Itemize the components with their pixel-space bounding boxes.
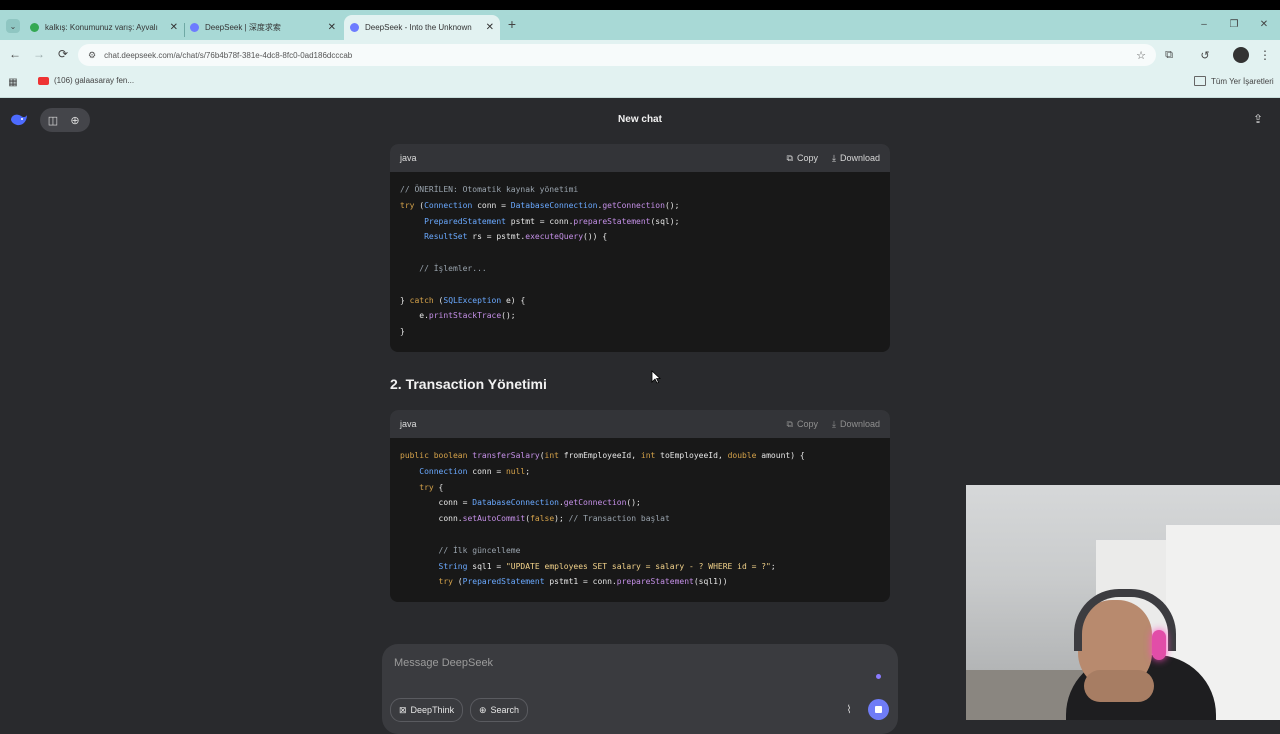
download-icon: ⤓	[831, 152, 836, 163]
code-block: java ⧉ Copy ⤓ Download public boolean tran…	[390, 410, 890, 602]
bookmark-item[interactable]: (106) galaasaray fen...	[38, 76, 134, 85]
tab-strip: ⌄ kalkış: Konumunuz varış: Ayvalı ✕ Deep…	[0, 10, 1280, 40]
deepseek-icon	[190, 23, 199, 32]
close-icon[interactable]: ✕	[170, 22, 178, 33]
maps-icon	[30, 23, 39, 32]
tab-search-icon[interactable]: ⌄	[6, 19, 20, 33]
tab-separator	[184, 23, 185, 37]
bookmarks-bar: ▦ (106) galaasaray fen... Tüm Yer İşaret…	[0, 70, 1280, 98]
tab-deepseek-home[interactable]: DeepSeek | 深度求索 ✕	[190, 15, 336, 40]
hand	[1084, 670, 1154, 702]
deepseek-icon	[350, 23, 359, 32]
youtube-icon	[38, 76, 49, 85]
tab-title: DeepSeek - Into the Unknown	[365, 23, 472, 32]
code-content: // ÖNERİLEN: Otomatik kaynak yönetimi tr…	[400, 185, 680, 337]
url-text: chat.deepseek.com/a/chat/s/76b4b78f-381e…	[104, 50, 353, 60]
download-button[interactable]: ⤓ Download	[832, 419, 880, 430]
code-block-header: java ⧉ Copy ⤓ Download	[390, 144, 890, 172]
stop-icon	[875, 706, 882, 713]
menu-kebab-icon[interactable]: ⋮	[1258, 47, 1272, 63]
stop-button[interactable]	[868, 699, 889, 720]
copy-button[interactable]: ⧉ Copy	[787, 419, 818, 430]
deepthink-button[interactable]: ⊠ DeepThink	[390, 698, 464, 722]
top-black-bar	[0, 0, 1280, 10]
site-info-icon[interactable]: ⚙	[88, 50, 96, 61]
code-language: java	[400, 153, 417, 163]
copy-icon: ⧉	[786, 152, 793, 163]
tab-title: kalkış: Konumunuz varış: Ayvalı	[45, 23, 158, 32]
code-block: java ⧉ Copy ⤓ Download // ÖNERİLEN: Otomat…	[390, 144, 890, 352]
message-composer: Message DeepSeek	[382, 644, 898, 734]
new-tab-icon[interactable]: +	[504, 16, 520, 32]
close-icon[interactable]: ✕	[328, 22, 336, 33]
page-title: New chat	[618, 114, 662, 125]
restore-icon[interactable]: ❐	[1226, 16, 1242, 32]
code-language: java	[400, 419, 417, 429]
share-icon[interactable]: ⇪	[1251, 112, 1265, 126]
profile-avatar-icon[interactable]	[1233, 47, 1249, 63]
address-bar[interactable]: ⚙ chat.deepseek.com/a/chat/s/76b4b78f-38…	[78, 44, 1156, 66]
deepthink-icon: ⊠	[399, 704, 407, 715]
tab-maps[interactable]: kalkış: Konumunuz varış: Ayvalı ✕	[30, 15, 178, 40]
close-icon[interactable]: ✕	[486, 22, 494, 33]
typing-dot-icon	[876, 674, 881, 679]
apps-grid-icon[interactable]: ▦	[6, 75, 20, 89]
code-content: public boolean transferSalary(int fromEm…	[400, 451, 805, 587]
close-window-icon[interactable]: ✕	[1256, 16, 1272, 32]
download-button[interactable]: ⤓ Download	[832, 153, 880, 164]
section-heading: 2. Transaction Yönetimi	[390, 376, 547, 392]
history-icon[interactable]: ↺	[1198, 48, 1212, 62]
headphone-cup	[1152, 630, 1166, 660]
mouse-cursor-icon	[651, 370, 662, 389]
download-icon: ⤓	[831, 418, 836, 429]
folder-icon	[1194, 76, 1206, 86]
reload-icon[interactable]: ⟳	[56, 47, 70, 61]
back-icon[interactable]: ←	[8, 47, 22, 61]
all-bookmarks[interactable]: Tüm Yer İşaretleri	[1194, 76, 1274, 86]
webcam-overlay	[966, 485, 1280, 720]
copy-icon: ⧉	[786, 418, 793, 429]
extensions-icon[interactable]: ⧉	[1162, 48, 1176, 62]
forward-icon[interactable]: →	[32, 47, 46, 61]
message-input[interactable]: Message DeepSeek	[394, 657, 493, 669]
minimize-icon[interactable]: –	[1196, 16, 1212, 32]
search-button[interactable]: ⊕ Search	[470, 698, 529, 722]
code-block-header: java ⧉ Copy ⤓ Download	[390, 410, 890, 438]
bookmark-star-icon[interactable]: ☆	[1136, 49, 1146, 62]
tab-deepseek-chat[interactable]: DeepSeek - Into the Unknown ✕	[344, 15, 500, 40]
attach-icon[interactable]: ⌇	[842, 702, 856, 716]
copy-button[interactable]: ⧉ Copy	[787, 153, 818, 164]
tab-title: DeepSeek | 深度求索	[205, 23, 281, 32]
globe-icon: ⊕	[479, 704, 487, 715]
app-header: ◫ ⊕ New chat ⇪	[0, 98, 1280, 142]
